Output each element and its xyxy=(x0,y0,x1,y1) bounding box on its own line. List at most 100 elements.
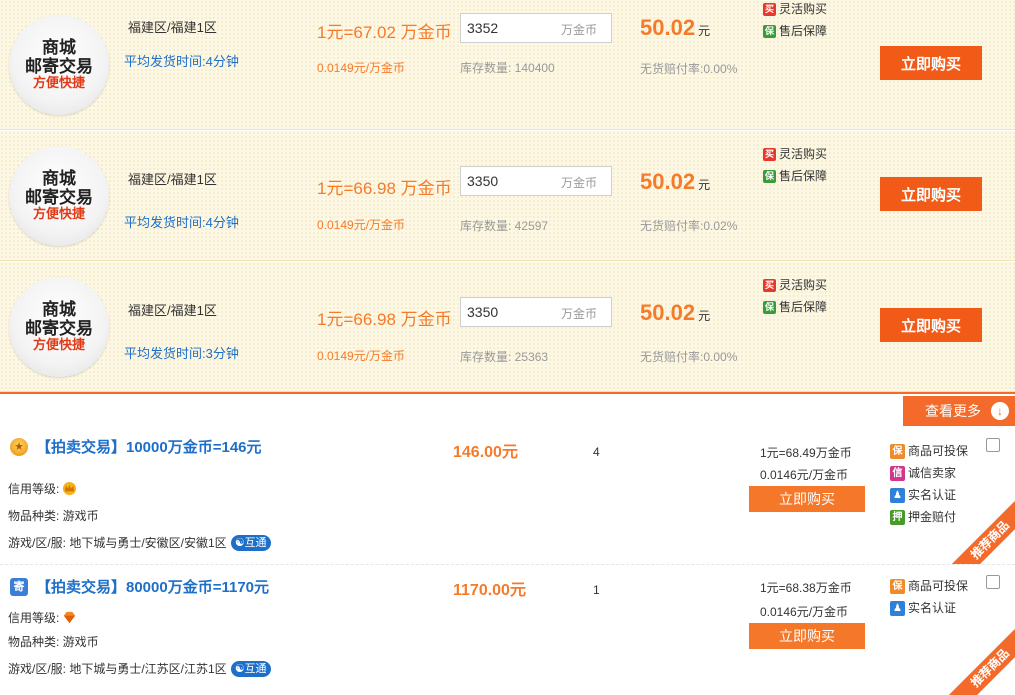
listing-tags: 保商品可投保 信诚信卖家 ♟ 实名认证 押押金赔付 xyxy=(890,440,968,528)
tag-flexible-buy: 买灵活购买 xyxy=(763,143,827,165)
cart-icon: 买 xyxy=(763,278,776,292)
quantity-input[interactable] xyxy=(467,172,547,190)
cart-icon: 买 xyxy=(763,2,776,16)
buy-now-button[interactable]: 立即购买 xyxy=(880,308,982,342)
unit-price: 0.0149元/万金币 xyxy=(317,349,406,363)
tag-verified: ♟ 实名认证 xyxy=(890,597,968,619)
quantity-field[interactable]: 万金币 xyxy=(460,297,612,327)
tag-verified: ♟ 实名认证 xyxy=(890,484,968,506)
tag-deposit: 押押金赔付 xyxy=(890,506,968,528)
tag-after-sales: 保售后保障 xyxy=(763,165,827,187)
tag-label: 押金赔付 xyxy=(908,510,957,524)
price-unit: 元 xyxy=(698,309,711,323)
listing-title[interactable]: ★ 【拍卖交易】10000万金币=146元 xyxy=(10,436,262,457)
server-info: 游戏/区/服: 地下城与勇士/江苏区/江苏1区 ☯互通 xyxy=(8,660,271,677)
listing-tags: 保商品可投保 ♟ 实名认证 xyxy=(890,575,968,619)
delivery-time: 平均发货时间:4分钟 xyxy=(124,54,239,69)
quantity-field[interactable]: 万金币 xyxy=(460,166,612,196)
price-unit: 元 xyxy=(698,178,711,192)
no-delivery-rate: 无货赔付率:0.00% xyxy=(640,62,738,76)
price-value: 50.02 xyxy=(640,300,696,325)
quantity-unit: 万金币 xyxy=(560,23,597,37)
buy-now-button[interactable]: 立即购买 xyxy=(880,177,982,211)
trust-icon: 信 xyxy=(890,465,905,481)
tag-insurable: 保商品可投保 xyxy=(890,440,968,462)
stock-count: 库存数量: 25363 xyxy=(460,350,549,364)
tag-label: 商品可投保 xyxy=(908,444,969,458)
tag-label: 售后保障 xyxy=(779,24,828,38)
delivery-time: 平均发货时间:4分钟 xyxy=(124,215,239,230)
stock-count: 库存数量: 42597 xyxy=(460,219,549,233)
id-verified-icon: ♟ xyxy=(890,487,905,503)
view-more-label: 查看更多 xyxy=(925,403,981,419)
seal-line3: 方便快捷 xyxy=(32,337,85,352)
server-path: 游戏/区/服: 地下城与勇士/安徽区/安徽1区 xyxy=(8,536,227,550)
mall-seal-badge: 商城 邮寄交易 方便快捷 xyxy=(9,146,109,246)
buy-now-button[interactable]: 立即购买 xyxy=(749,623,865,649)
crown-icon xyxy=(63,481,77,496)
item-type: 物品种类: 游戏币 xyxy=(8,635,99,649)
tag-insurable: 保商品可投保 xyxy=(890,575,968,597)
quantity-input[interactable] xyxy=(467,19,547,37)
auction-listing: 寄 【拍卖交易】80000万金币=1170元 信用等级: 物品种类: 游戏币 游… xyxy=(0,566,1015,695)
listing-count: 1 xyxy=(593,583,600,597)
interop-label: 互通 xyxy=(244,536,267,549)
service-tags: 买灵活购买 保售后保障 xyxy=(763,143,827,187)
unit-price: 0.0149元/万金币 xyxy=(317,61,406,75)
server-region: 福建区/福建1区 xyxy=(128,303,217,318)
listing-title-text[interactable]: 【拍卖交易】80000万金币=1170元 xyxy=(36,576,269,597)
unit-price: 0.0149元/万金币 xyxy=(317,218,406,232)
id-verified-icon: ♟ xyxy=(890,600,905,616)
delivery-time: 平均发货时间:3分钟 xyxy=(124,346,239,361)
seal-line3: 方便快捷 xyxy=(32,206,85,221)
view-more-button[interactable]: 查看更多 ↓ xyxy=(903,396,1015,426)
tag-label: 售后保障 xyxy=(779,169,828,183)
total-price: 50.02 元 xyxy=(640,169,710,195)
quantity-unit: 万金币 xyxy=(560,307,597,321)
quantity-input[interactable] xyxy=(467,303,547,321)
arrow-down-icon: ↓ xyxy=(991,402,1009,420)
listing-unit-price: 0.0146元/万金币 xyxy=(760,605,849,619)
credit-label: 信用等级: xyxy=(8,611,60,625)
interop-label: 互通 xyxy=(244,662,267,675)
tag-label: 灵活购买 xyxy=(779,147,828,161)
quantity-field[interactable]: 万金币 xyxy=(460,13,612,43)
select-checkbox[interactable] xyxy=(986,438,1000,452)
credit-label: 信用等级: xyxy=(8,482,60,496)
quantity-unit: 万金币 xyxy=(560,176,597,190)
shield-icon: 保 xyxy=(763,169,776,183)
exchange-rate: 1元=66.98 万金币 xyxy=(317,310,452,329)
tag-flexible-buy: 买灵活购买 xyxy=(763,0,827,20)
shield-icon: 保 xyxy=(763,24,776,38)
tag-label: 售后保障 xyxy=(779,300,828,314)
tag-flexible-buy: 买灵活购买 xyxy=(763,274,827,296)
credit-level: 信用等级: xyxy=(8,609,77,626)
listing-title-text[interactable]: 【拍卖交易】10000万金币=146元 xyxy=(36,436,262,457)
cart-icon: 买 xyxy=(763,147,776,161)
item-type: 物品种类: 游戏币 xyxy=(8,509,99,523)
buy-now-button[interactable]: 立即购买 xyxy=(880,46,982,80)
listing-rate: 1元=68.49万金币 xyxy=(760,446,852,460)
credit-level: 信用等级: xyxy=(8,480,77,497)
price-unit: 元 xyxy=(698,24,711,38)
tag-label: 实名认证 xyxy=(908,488,957,502)
no-delivery-rate: 无货赔付率:0.02% xyxy=(640,219,738,233)
diamond-icon xyxy=(64,611,76,624)
tag-after-sales: 保售后保障 xyxy=(763,20,827,42)
mall-row: 商城 邮寄交易 方便快捷 福建区/福建1区 平均发货时间:4分钟 1元=67.0… xyxy=(0,0,1015,130)
tag-label: 诚信卖家 xyxy=(908,466,957,480)
listing-count: 4 xyxy=(593,445,600,459)
exchange-rate: 1元=67.02 万金币 xyxy=(317,23,452,42)
listing-title[interactable]: 寄 【拍卖交易】80000万金币=1170元 xyxy=(10,576,269,597)
buy-now-button[interactable]: 立即购买 xyxy=(749,486,865,512)
tag-trusted-seller: 信诚信卖家 xyxy=(890,462,968,484)
select-checkbox[interactable] xyxy=(986,575,1000,589)
tag-label: 灵活购买 xyxy=(779,2,828,16)
server-path: 游戏/区/服: 地下城与勇士/江苏区/江苏1区 xyxy=(8,662,227,676)
exchange-rate: 1元=66.98 万金币 xyxy=(317,179,452,198)
listing-price: 146.00元 xyxy=(453,444,518,461)
listing-rate: 1元=68.38万金币 xyxy=(760,581,852,595)
seal-line3: 方便快捷 xyxy=(32,75,85,90)
insurance-icon: 保 xyxy=(890,578,905,594)
service-tags: 买灵活购买 保售后保障 xyxy=(763,274,827,318)
